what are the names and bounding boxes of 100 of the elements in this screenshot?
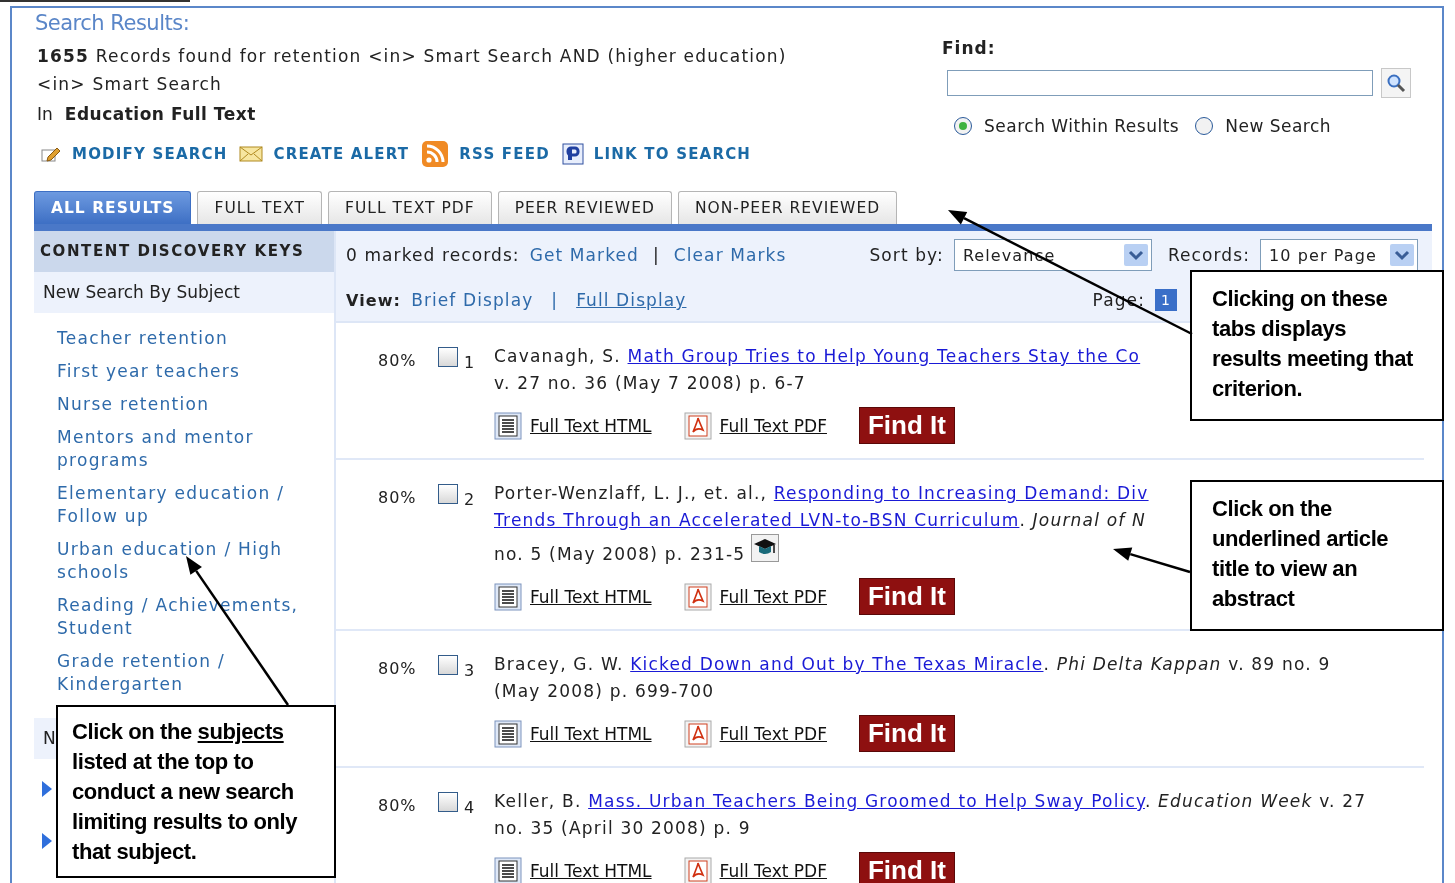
full-display-link[interactable]: Full Display [576,290,687,310]
pdf-icon [683,719,712,748]
full-text-pdf-link[interactable]: Full Text PDF [683,856,827,883]
author-name: Keller, B. [494,791,582,811]
sidebar-subheading: New Search By Subject [34,272,334,313]
subject-link[interactable]: Urban education / High schools [57,538,319,584]
full-text-pdf-link[interactable]: Full Text PDF [683,719,827,748]
subject-link[interactable]: Mentors and mentor programs [57,426,319,472]
full-text-html-link[interactable]: Full Text HTML [494,856,652,883]
relevance-score: 80% [378,658,418,678]
records-label: Records: [1167,245,1250,265]
triangle-icon [42,781,52,797]
search-icon [1386,73,1406,93]
action-link[interactable]: CREATE ALERT [239,145,410,163]
find-it-button[interactable]: Find It [858,852,955,883]
result-number: 3 [463,660,476,680]
action-link[interactable]: RSS FEED [421,140,550,168]
article-title-link[interactable]: Trends Through an Accelerated LVN-to-BSN Curriculum [494,510,1020,530]
results-summary: 1655 Records found for retention <in> Smart Search AND (higher education) <in> Smart Search [36,45,788,96]
mark-checkbox[interactable] [438,347,458,367]
citation-text: (May 2008) p. 699-700 [494,681,715,701]
pencil-icon [40,145,62,163]
view-label: View: [346,290,402,310]
result-number: 2 [463,489,476,509]
database-name: Education Full Text [64,104,256,124]
scope-radio-option[interactable]: Search Within Results [954,116,1180,136]
get-marked-link[interactable]: Get Marked [529,245,639,265]
author-name: Porter-Wenzlaff, L. J., et. al., [494,483,768,503]
subject-link[interactable]: First year teachers [57,360,319,383]
author-name: Cavanagh, S. [494,346,621,366]
author-name: Bracey, G. W. [494,654,624,674]
citation-text: no. 35 (April 30 2008) p. 9 [494,818,751,838]
document-icon [494,719,522,748]
relevance-score: 80% [378,795,418,815]
full-text-html-link[interactable]: Full Text HTML [494,411,652,440]
mark-checkbox[interactable] [438,484,458,504]
separator: | [551,290,559,310]
callout-note: Click on the underlined article title to view an abstract [1190,480,1444,631]
graduation-cap-icon [751,534,780,562]
mark-checkbox[interactable] [438,655,458,675]
filter-tab[interactable]: FULL TEXT [197,191,322,224]
find-label: Find: [942,38,997,58]
action-link[interactable]: LINK TO SEARCH [561,143,752,165]
callout-note: Clicking on these tabs displays results meeting that criterion. [1190,270,1444,421]
citation-text: . [1019,510,1026,530]
filter-tab[interactable]: NON-PEER REVIEWED [677,191,898,224]
full-text-pdf-link[interactable]: Full Text PDF [683,582,827,611]
pdf-icon [683,411,712,440]
sort-label: Sort by: [869,245,944,265]
triangle-icon [42,833,52,849]
subject-link[interactable]: Nurse retention [57,393,319,416]
clear-marks-link[interactable]: Clear Marks [673,245,787,265]
find-it-button[interactable]: Find It [858,578,955,615]
action-link[interactable]: MODIFY SEARCH [40,145,228,163]
radio-button[interactable] [1195,117,1214,135]
scope-radio-option[interactable]: New Search [1195,116,1332,136]
sidebar-heading: CONTENT DISCOVERY KEYS [34,231,334,272]
find-it-button[interactable]: Find It [858,715,955,752]
filter-tab[interactable]: FULL TEXT PDF [328,191,492,224]
full-text-pdf-link[interactable]: Full Text PDF [683,411,827,440]
result-number: 4 [463,797,476,817]
records-dropdown[interactable]: 10 per Page [1260,239,1418,271]
result-number: 1 [463,352,476,372]
full-text-html-link[interactable]: Full Text HTML [494,719,652,748]
filter-tab[interactable]: PEER REVIEWED [497,191,672,224]
journal-name: Phi Delta Kappan [1056,654,1222,674]
radio-button[interactable] [954,117,972,135]
full-text-html-link[interactable]: Full Text HTML [494,582,652,611]
subject-link[interactable]: Elementary education / Follow up [57,482,319,528]
chevron-down-icon [1123,244,1148,266]
chevron-down-icon [1390,244,1414,266]
article-title-link[interactable]: Mass. Urban Teachers Being Groomed to Help Sway Policy [588,791,1145,811]
envelope-icon [239,145,264,163]
filter-tab[interactable]: ALL RESULTS [34,191,192,224]
journal-name: Education Week [1158,791,1313,811]
citation-text: . [1043,654,1051,674]
find-it-button[interactable]: Find It [858,407,955,444]
rss-icon [421,140,450,168]
callout-note: Click on the subjects listed at the top to conduct a new search limiting results to only that subject. [56,705,336,878]
database-prefix: In [37,104,53,124]
subject-link[interactable]: Grade retention / Kindergarten [57,650,319,696]
article-title-link[interactable]: Responding to Increasing Demand: Div [773,483,1149,503]
article-title-link[interactable]: Math Group Tries to Help Young Teachers Stay the Co [627,346,1141,366]
pdf-icon [683,582,712,611]
article-title-link[interactable]: Kicked Down and Out by The Texas Miracle [630,654,1044,674]
mark-checkbox[interactable] [438,792,458,812]
search-button[interactable] [1381,68,1411,98]
citation-text: no. 5 (May 2008) p. 231-5 [494,544,746,564]
separator: | [652,245,660,265]
relevance-score: 80% [378,350,418,370]
citation-text: v. 27 no. 36 (May 7 2008) p. 6-7 [494,373,806,393]
relevance-score: 80% [378,487,418,507]
page-title: Search Results: [34,10,191,35]
document-icon [494,582,522,611]
find-field[interactable] [947,70,1373,96]
page-number-button[interactable]: 1 [1155,289,1177,311]
subject-link[interactable]: Teacher retention [57,327,319,350]
square-icon [561,143,584,165]
document-icon [494,411,522,440]
brief-display-link[interactable]: Brief Display [411,290,534,310]
